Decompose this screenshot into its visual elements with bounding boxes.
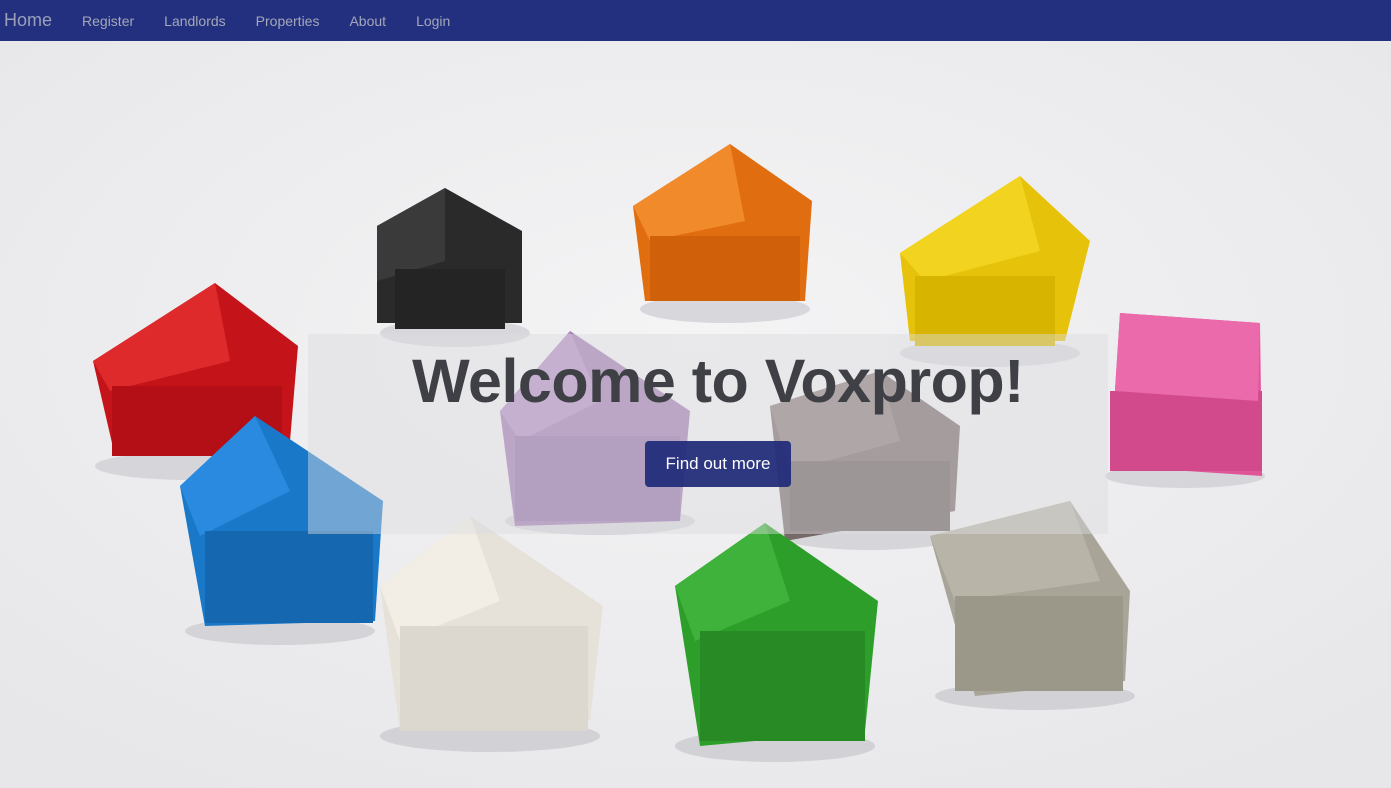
nav-about-link[interactable]: About <box>349 13 386 29</box>
find-out-more-button[interactable]: Find out more <box>645 441 791 487</box>
nav-landlords-link[interactable]: Landlords <box>164 13 226 29</box>
nav-login-link[interactable]: Login <box>416 13 450 29</box>
nav-properties-link[interactable]: Properties <box>256 13 320 29</box>
pink-house-piece <box>1105 313 1265 488</box>
hero-title: Welcome to Voxprop! <box>412 347 1024 415</box>
top-navbar: Home Register Landlords Properties About… <box>0 0 1391 41</box>
nav-register-link[interactable]: Register <box>82 13 134 29</box>
nav-home-link[interactable]: Home <box>4 10 52 31</box>
